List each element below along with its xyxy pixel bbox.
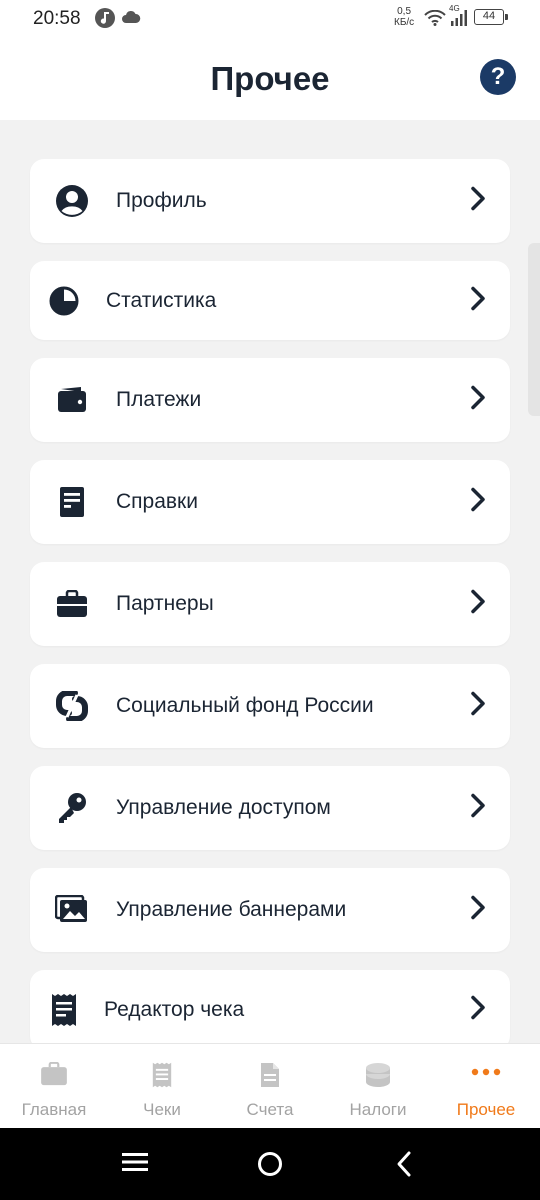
document-icon xyxy=(216,1062,324,1088)
bottom-navigation: Главная Чеки Счета Налоги Прочее xyxy=(0,1043,540,1129)
menu-item-profile[interactable]: Профиль xyxy=(30,159,510,243)
menu-icon xyxy=(122,1153,148,1171)
menu-item-label: Партнеры xyxy=(116,592,214,615)
menu-item-partners[interactable]: Партнеры xyxy=(30,562,510,646)
receipt-icon xyxy=(44,990,84,1030)
chevron-right-icon xyxy=(470,487,486,518)
help-button[interactable]: ? xyxy=(480,59,516,95)
help-icon: ? xyxy=(490,63,506,90)
menu-item-payments[interactable]: Платежи xyxy=(30,358,510,442)
pie-chart-icon xyxy=(44,281,84,321)
menu-item-label: Управление доступом xyxy=(116,796,331,819)
menu-item-label: Справки xyxy=(116,490,198,513)
system-navigation-bar xyxy=(0,1128,540,1200)
home-button[interactable] xyxy=(257,1151,283,1182)
app-header: Прочее ? xyxy=(0,38,540,120)
battery-icon: 44 xyxy=(474,9,508,25)
chevron-right-icon xyxy=(470,895,486,926)
menu-item-banner-management[interactable]: Управление баннерами xyxy=(30,868,510,952)
receipt-icon xyxy=(108,1062,216,1088)
menu-item-social-fund[interactable]: Социальный фонд России xyxy=(30,664,510,748)
coins-icon xyxy=(324,1062,432,1088)
document-icon xyxy=(52,482,92,522)
chevron-right-icon xyxy=(470,186,486,217)
image-icon xyxy=(52,890,92,930)
music-notification-icon xyxy=(95,8,115,28)
chevron-right-icon xyxy=(470,793,486,824)
social-fund-logo-icon xyxy=(52,686,92,726)
recent-apps-button[interactable] xyxy=(122,1152,148,1177)
more-dots-icon xyxy=(432,1068,540,1076)
wallet-icon xyxy=(52,380,92,420)
key-icon xyxy=(52,788,92,828)
nav-tab-label: Счета xyxy=(246,1100,294,1119)
nav-tab-label: Чеки xyxy=(143,1100,181,1119)
menu-item-access-management[interactable]: Управление доступом xyxy=(30,766,510,850)
profile-icon xyxy=(52,181,92,221)
chevron-right-icon xyxy=(470,691,486,722)
scroll-handle[interactable] xyxy=(528,243,540,416)
chevron-right-icon xyxy=(470,285,486,316)
briefcase-icon xyxy=(52,584,92,624)
nav-tab-label: Прочее xyxy=(456,1100,516,1119)
chevron-right-icon xyxy=(470,589,486,620)
briefcase-icon xyxy=(0,1062,108,1086)
menu-item-label: Статистика xyxy=(106,288,217,312)
network-speed-unit: КБ/с xyxy=(394,17,415,28)
nav-tab-other[interactable]: Прочее xyxy=(432,1044,540,1129)
nav-tab-taxes[interactable]: Налоги xyxy=(324,1044,432,1129)
menu-item-label: Управление баннерами xyxy=(116,898,347,921)
status-time: 20:58 xyxy=(33,8,81,29)
menu-item-label: Редактор чека xyxy=(104,998,245,1021)
nav-tab-home[interactable]: Главная xyxy=(0,1044,108,1129)
cloud-icon xyxy=(121,10,141,29)
back-arrow-icon xyxy=(397,1151,411,1177)
chevron-right-icon xyxy=(470,995,486,1026)
page-title: Прочее xyxy=(210,60,330,97)
chevron-right-icon xyxy=(470,385,486,416)
menu-item-certificates[interactable]: Справки xyxy=(30,460,510,544)
wifi-icon xyxy=(424,9,446,31)
menu-item-statistics[interactable]: Статистика xyxy=(30,261,510,340)
nav-tab-invoices[interactable]: Счета xyxy=(216,1044,324,1129)
nav-tab-label: Налоги xyxy=(349,1100,407,1119)
menu-item-receipt-editor[interactable]: Редактор чека xyxy=(30,970,510,1050)
signal-icon xyxy=(450,10,468,31)
nav-tab-receipts[interactable]: Чеки xyxy=(108,1044,216,1129)
network-speed-value: 0,5 xyxy=(397,6,412,17)
network-speed: 0,5 КБ/с xyxy=(394,6,414,28)
back-button[interactable] xyxy=(396,1150,412,1183)
circle-icon xyxy=(258,1152,282,1176)
menu-item-label: Платежи xyxy=(116,388,202,411)
nav-tab-label: Главная xyxy=(21,1100,87,1119)
status-bar: 20:58 0,5 КБ/с 4G 44 xyxy=(0,0,540,38)
menu-item-label: Профиль xyxy=(116,189,207,212)
menu-item-label: Социальный фонд России xyxy=(116,694,374,717)
